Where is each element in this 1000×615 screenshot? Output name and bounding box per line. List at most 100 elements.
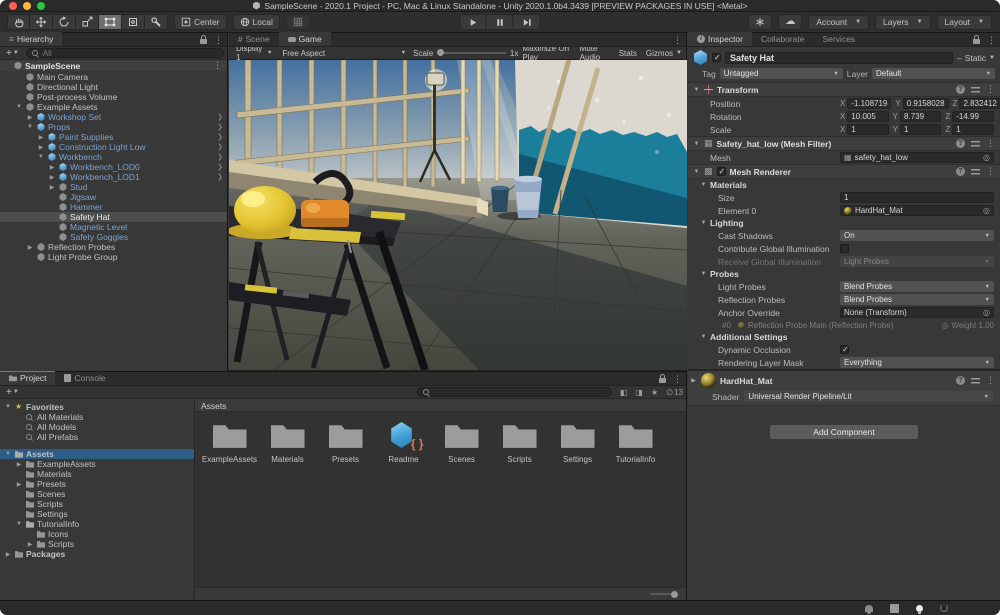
prefab-chevron-icon[interactable]: ❯ xyxy=(217,163,223,171)
asset-item[interactable]: Materials xyxy=(259,422,316,464)
expand-arrow-icon[interactable]: ▶ xyxy=(48,184,56,191)
prefab-chevron-icon[interactable]: ❯ xyxy=(217,173,223,181)
hierarchy-row[interactable]: Light Probe Group ❯ xyxy=(0,252,227,262)
tab-hierarchy[interactable]: ≡ Hierarchy xyxy=(0,32,62,46)
rendering-layer-dropdown[interactable]: Everything ▼ xyxy=(840,357,994,368)
lock-icon[interactable] xyxy=(973,39,980,44)
lock-icon[interactable] xyxy=(659,378,666,383)
project-tree-row[interactable]: ▶ Presets xyxy=(0,479,194,489)
scale-x-field[interactable]: 1 xyxy=(847,124,888,135)
hierarchy-row[interactable]: ▶ Construction Light Low ❯ xyxy=(0,142,227,152)
project-tree-row[interactable]: Settings xyxy=(0,509,194,519)
scale-y-field[interactable]: 1 xyxy=(900,124,941,135)
object-picker-icon[interactable]: ◎ xyxy=(983,153,990,162)
active-checkbox[interactable] xyxy=(712,53,721,62)
tag-dropdown[interactable]: Untagged ▼ xyxy=(720,68,843,79)
hierarchy-row[interactable]: ▶ Workbench_LOD0 ❯ xyxy=(0,162,227,172)
foldout-open-icon[interactable]: ▼ xyxy=(693,87,700,93)
stats-button[interactable]: Stats xyxy=(619,49,637,58)
project-tree-row[interactable] xyxy=(0,442,194,449)
cast-shadows-dropdown[interactable]: On ▼ xyxy=(840,230,994,241)
expand-arrow-icon[interactable]: ▶ xyxy=(15,481,23,488)
thumbnail-zoom-knob[interactable] xyxy=(671,591,678,598)
preset-icon[interactable] xyxy=(971,140,980,148)
component-menu-icon[interactable]: ⋮ xyxy=(986,84,995,95)
project-tree-row[interactable]: ▼ Assets xyxy=(0,449,194,459)
expand-arrow-icon[interactable]: ▼ xyxy=(26,124,34,130)
panel-menu-icon[interactable]: ⋮ xyxy=(673,374,682,385)
activity-spinner-icon[interactable] xyxy=(940,604,948,612)
prefab-chevron-icon[interactable]: ❯ xyxy=(217,133,223,141)
light-probes-dropdown[interactable]: Blend Probes ▼ xyxy=(840,281,994,292)
scale-slider-knob[interactable] xyxy=(437,49,444,56)
transform-tool-button[interactable] xyxy=(122,14,145,30)
component-menu-icon[interactable]: ⋮ xyxy=(986,166,995,177)
help-icon[interactable]: ? xyxy=(956,85,965,94)
rotate-tool-button[interactable] xyxy=(53,14,76,30)
custom-tool-button[interactable] xyxy=(145,14,168,30)
project-tree-row[interactable]: ▼ Favorites xyxy=(0,402,194,412)
hierarchy-row[interactable]: ▶ Stud ❯ xyxy=(0,182,227,192)
transform-component-header[interactable]: ▼ Transform ? ⋮ xyxy=(688,82,1000,97)
foldout-open-icon[interactable]: ▼ xyxy=(693,169,700,175)
hierarchy-row[interactable]: Hammer ❯ xyxy=(0,202,227,212)
close-window-button[interactable] xyxy=(9,2,17,10)
project-tree-row[interactable]: Icons xyxy=(0,529,194,539)
project-tree-row[interactable]: Scripts xyxy=(0,499,194,509)
asset-item[interactable]: Scenes xyxy=(433,422,490,464)
dynamic-occlusion-checkbox[interactable] xyxy=(840,345,849,354)
project-tree-row[interactable]: Materials xyxy=(0,469,194,479)
hierarchy-row[interactable]: ▼ Props ❯ xyxy=(0,122,227,132)
lock-icon[interactable] xyxy=(200,39,207,44)
scale-slider[interactable] xyxy=(437,52,506,54)
lighting-section[interactable]: ▼ Lighting xyxy=(688,217,1000,229)
hidden-packages-button[interactable]: ∅ 13 xyxy=(666,388,683,397)
project-tree-row[interactable]: ▶ Packages xyxy=(0,549,194,559)
rect-tool-button[interactable] xyxy=(99,14,122,30)
material-object-field[interactable]: HardHat_Mat ◎ xyxy=(840,205,994,216)
expand-arrow-icon[interactable]: ▶ xyxy=(48,174,56,181)
asset-item[interactable]: TutorialInfo xyxy=(607,422,664,464)
panel-menu-icon[interactable]: ⋮ xyxy=(987,35,996,46)
object-name-field[interactable]: Safety Hat xyxy=(725,52,953,64)
hierarchy-row[interactable]: ▶ Paint Supplies ❯ xyxy=(0,132,227,142)
project-search-input[interactable] xyxy=(417,387,612,397)
asset-item[interactable]: Readme xyxy=(375,422,432,464)
tab-services[interactable]: Services xyxy=(813,32,864,46)
hierarchy-row[interactable]: ▶ Reflection Probes ❯ xyxy=(0,242,227,252)
auto-lighting-icon[interactable] xyxy=(916,605,923,612)
expand-arrow-icon[interactable]: ▶ xyxy=(37,144,45,151)
tab-game[interactable]: Game xyxy=(279,32,331,46)
foldout-closed-icon[interactable]: ▶ xyxy=(690,377,697,384)
preset-icon[interactable] xyxy=(971,377,980,385)
expand-arrow-icon[interactable]: ▼ xyxy=(15,104,23,110)
expand-arrow-icon[interactable]: ▶ xyxy=(37,134,45,141)
project-tree-row[interactable]: All Prefabs xyxy=(0,432,194,442)
tab-console[interactable]: Console xyxy=(55,371,114,385)
rotation-x-field[interactable]: 10.005 xyxy=(847,111,888,122)
tab-collaborate[interactable]: Collaborate xyxy=(752,32,813,46)
position-y-field[interactable]: 0.9158028 xyxy=(903,98,949,109)
mesh-object-field[interactable]: ▦ safety_hat_low ◎ xyxy=(840,152,994,163)
hand-tool-button[interactable] xyxy=(7,14,30,30)
panel-menu-icon[interactable]: ⋮ xyxy=(214,35,223,46)
create-object-button[interactable]: +▼ xyxy=(3,48,22,59)
expand-arrow-icon[interactable]: ▶ xyxy=(15,461,23,468)
additional-settings-section[interactable]: ▼ Additional Settings xyxy=(688,331,1000,343)
probes-section[interactable]: ▼ Probes xyxy=(688,268,1000,280)
position-z-field[interactable]: 2.832412 xyxy=(959,98,1000,109)
help-icon[interactable]: ? xyxy=(956,139,965,148)
hierarchy-row[interactable]: Safety Hat ❯ xyxy=(0,212,227,222)
mesh-renderer-component-header[interactable]: ▼ ▩ Mesh Renderer ? ⋮ xyxy=(688,164,1000,179)
project-tree-row[interactable]: ▶ ExampleAssets xyxy=(0,459,194,469)
expand-arrow-icon[interactable]: ▶ xyxy=(48,164,56,171)
scene-menu-icon[interactable]: ⋮ xyxy=(213,60,222,71)
preset-icon[interactable] xyxy=(971,86,980,94)
asset-item[interactable]: ExampleAssets xyxy=(201,422,258,464)
expand-arrow-icon[interactable]: ▼ xyxy=(4,404,12,410)
zoom-window-button[interactable] xyxy=(37,2,45,10)
component-menu-icon[interactable]: ⋮ xyxy=(986,375,995,386)
orientation-mode-button[interactable]: Local xyxy=(233,14,280,30)
prefab-chevron-icon[interactable]: ❯ xyxy=(217,113,223,121)
asset-item[interactable]: Settings xyxy=(549,422,606,464)
